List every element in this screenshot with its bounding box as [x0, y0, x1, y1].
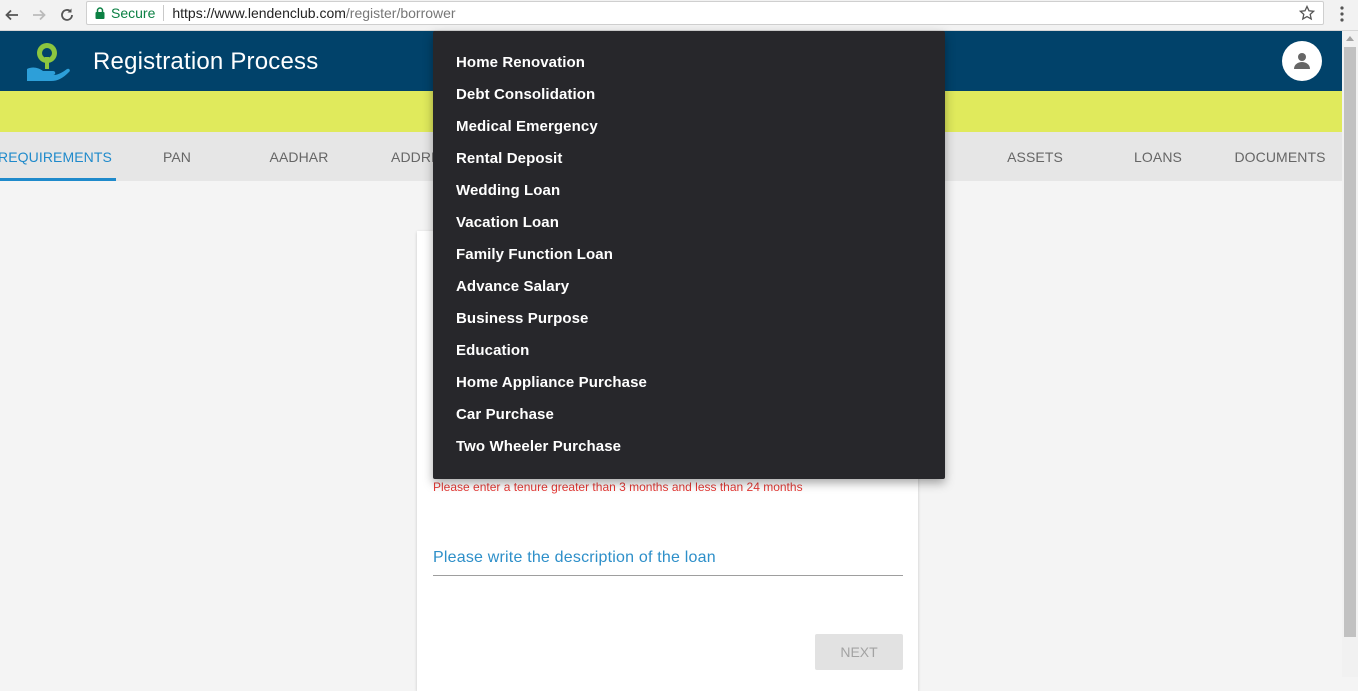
active-tab-indicator [0, 178, 116, 181]
tab-assets[interactable]: ASSETS [995, 132, 1075, 181]
dropdown-option[interactable]: Car Purchase [433, 398, 945, 430]
url-path: /register/borrower [345, 5, 456, 21]
dropdown-option[interactable]: Wedding Loan [433, 174, 945, 206]
dropdown-option[interactable]: Two Wheeler Purchase [433, 430, 945, 462]
page-title: Registration Process [93, 48, 319, 75]
scrollbar-thumb[interactable] [1344, 47, 1356, 637]
loan-description-field[interactable]: Please write the description of the loan [433, 549, 903, 576]
dropdown-option[interactable]: Home Renovation [433, 46, 945, 78]
bookmark-star-icon[interactable] [1299, 5, 1315, 21]
dropdown-option[interactable]: Home Appliance Purchase [433, 366, 945, 398]
secure-label: Secure [111, 5, 156, 21]
address-bar[interactable]: Secure https://www.lendenclub.com/regist… [86, 1, 1324, 25]
user-icon [1294, 53, 1310, 69]
arrow-right-icon [33, 9, 46, 21]
next-button[interactable]: NEXT [815, 634, 903, 670]
back-button[interactable] [0, 3, 24, 27]
tab-pan[interactable]: PAN [137, 132, 217, 181]
url-host: https://www.lendenclub.com [172, 5, 346, 21]
arrow-left-icon [5, 9, 18, 21]
dropdown-option[interactable]: Vacation Loan [433, 206, 945, 238]
lendenclub-logo-icon[interactable] [24, 39, 70, 85]
dropdown-option[interactable]: Education [433, 334, 945, 366]
browser-toolbar: Secure https://www.lendenclub.com/regist… [0, 0, 1358, 31]
lock-icon [95, 7, 105, 19]
loan-purpose-dropdown: Home Renovation Debt Consolidation Medic… [433, 31, 945, 479]
tab-aadhar[interactable]: AADHAR [259, 132, 339, 181]
dropdown-option[interactable]: Medical Emergency [433, 110, 945, 142]
tab-requirements[interactable]: REQUIREMENTS [0, 132, 112, 181]
kebab-menu-icon[interactable] [1336, 5, 1348, 23]
reload-icon [61, 8, 73, 21]
tab-loans[interactable]: LOANS [1118, 132, 1198, 181]
dropdown-option[interactable]: Family Function Loan [433, 238, 945, 270]
user-avatar-button[interactable] [1282, 41, 1322, 81]
forward-button[interactable] [27, 3, 51, 27]
tenure-error-message: Please enter a tenure greater than 3 mon… [433, 480, 803, 494]
dropdown-option[interactable]: Business Purpose [433, 302, 945, 334]
dropdown-option[interactable]: Advance Salary [433, 270, 945, 302]
reload-button[interactable] [55, 3, 79, 27]
omnibox-divider [163, 5, 165, 21]
tab-documents[interactable]: DOCUMENTS [1230, 132, 1330, 181]
dropdown-option[interactable]: Debt Consolidation [433, 78, 945, 110]
scroll-up-arrow-icon[interactable] [1346, 36, 1354, 41]
dropdown-option[interactable]: Rental Deposit [433, 142, 945, 174]
